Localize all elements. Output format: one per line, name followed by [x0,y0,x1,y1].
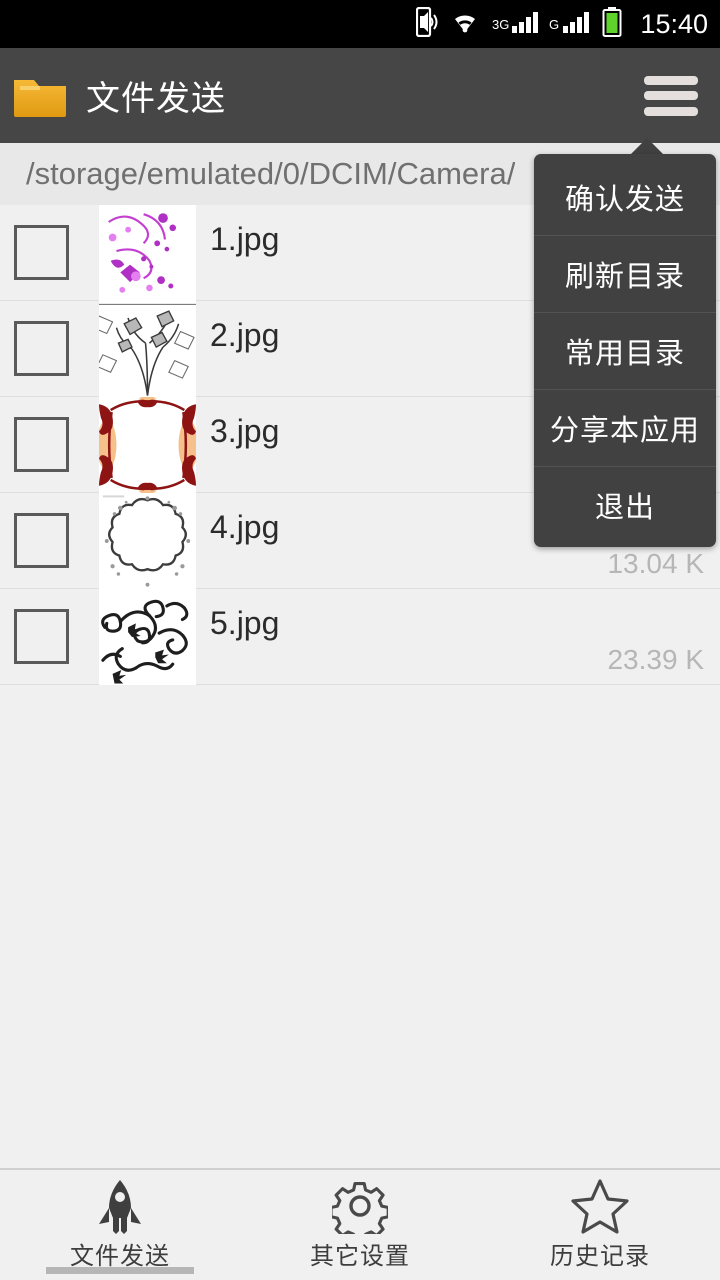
hamburger-bar [644,91,698,100]
table-row[interactable]: 5.jpg 23.39 K [0,589,720,685]
file-size: 23.39 K [607,644,704,675]
nav-item-history[interactable]: 历史记录 [480,1170,720,1280]
status-icon-group: 3G G 15:40 [416,6,708,42]
status-bar: 3G G 15:40 [0,0,720,48]
menu-item-favorite-directory[interactable]: 常用目录 [534,312,716,389]
star-icon [571,1178,629,1234]
bottom-navigation: 文件发送 其它设置 历史记录 [0,1168,720,1280]
nav-label: 历史记录 [550,1243,650,1270]
nav-item-other-settings[interactable]: 其它设置 [240,1170,480,1280]
hamburger-bar [644,75,698,85]
rocket-icon [93,1178,147,1234]
status-clock: 15:40 [640,8,708,39]
file-checkbox[interactable] [14,321,69,376]
signal-g-icon: G [549,9,591,40]
file-checkbox[interactable] [14,609,69,664]
wifi-icon [449,9,481,40]
nav-active-indicator [46,1267,194,1274]
black-swirls-thumbnail [99,589,196,685]
signal-3g-icon: 3G [492,9,539,40]
folder-icon [12,74,68,118]
hamburger-icon[interactable] [644,75,698,116]
nav-label: 其它设置 [310,1243,410,1270]
botanical-sketch-thumbnail [99,301,196,397]
menu-item-refresh-directory[interactable]: 刷新目录 [534,235,716,312]
purple-floral-thumbnail [99,205,196,301]
overflow-menu-panel: 确认发送 刷新目录 常用目录 分享本应用 退出 [534,154,716,547]
file-checkbox[interactable] [14,417,69,472]
menu-caret-icon [630,138,664,155]
menu-item-share-app[interactable]: 分享本应用 [534,389,716,466]
app-bar: 文件发送 [0,48,720,143]
current-path: /storage/emulated/0/DCIM/Camera/ [26,156,516,191]
gear-icon [332,1178,388,1234]
svg-text:G: G [549,17,559,32]
file-checkbox[interactable] [14,225,69,280]
file-checkbox[interactable] [14,513,69,568]
scalloped-frame-thumbnail [99,493,196,589]
red-ornate-frame-thumbnail [99,397,196,493]
svg-text:3G: 3G [492,17,509,32]
page-title: 文件发送 [86,80,226,118]
hamburger-bar [644,106,698,116]
nav-label: 文件发送 [70,1243,170,1270]
phone-sound-icon [416,6,438,42]
nav-item-file-send[interactable]: 文件发送 [0,1170,240,1280]
file-size: 13.04 K [607,548,704,579]
app-screen: 3G G 15:40 文件发送 /storage/emulated/0/DCIM… [0,0,720,1280]
menu-item-exit[interactable]: 退出 [534,466,716,543]
menu-item-confirm-send[interactable]: 确认发送 [534,158,716,235]
file-name: 5.jpg [210,605,280,641]
battery-icon [602,6,622,42]
